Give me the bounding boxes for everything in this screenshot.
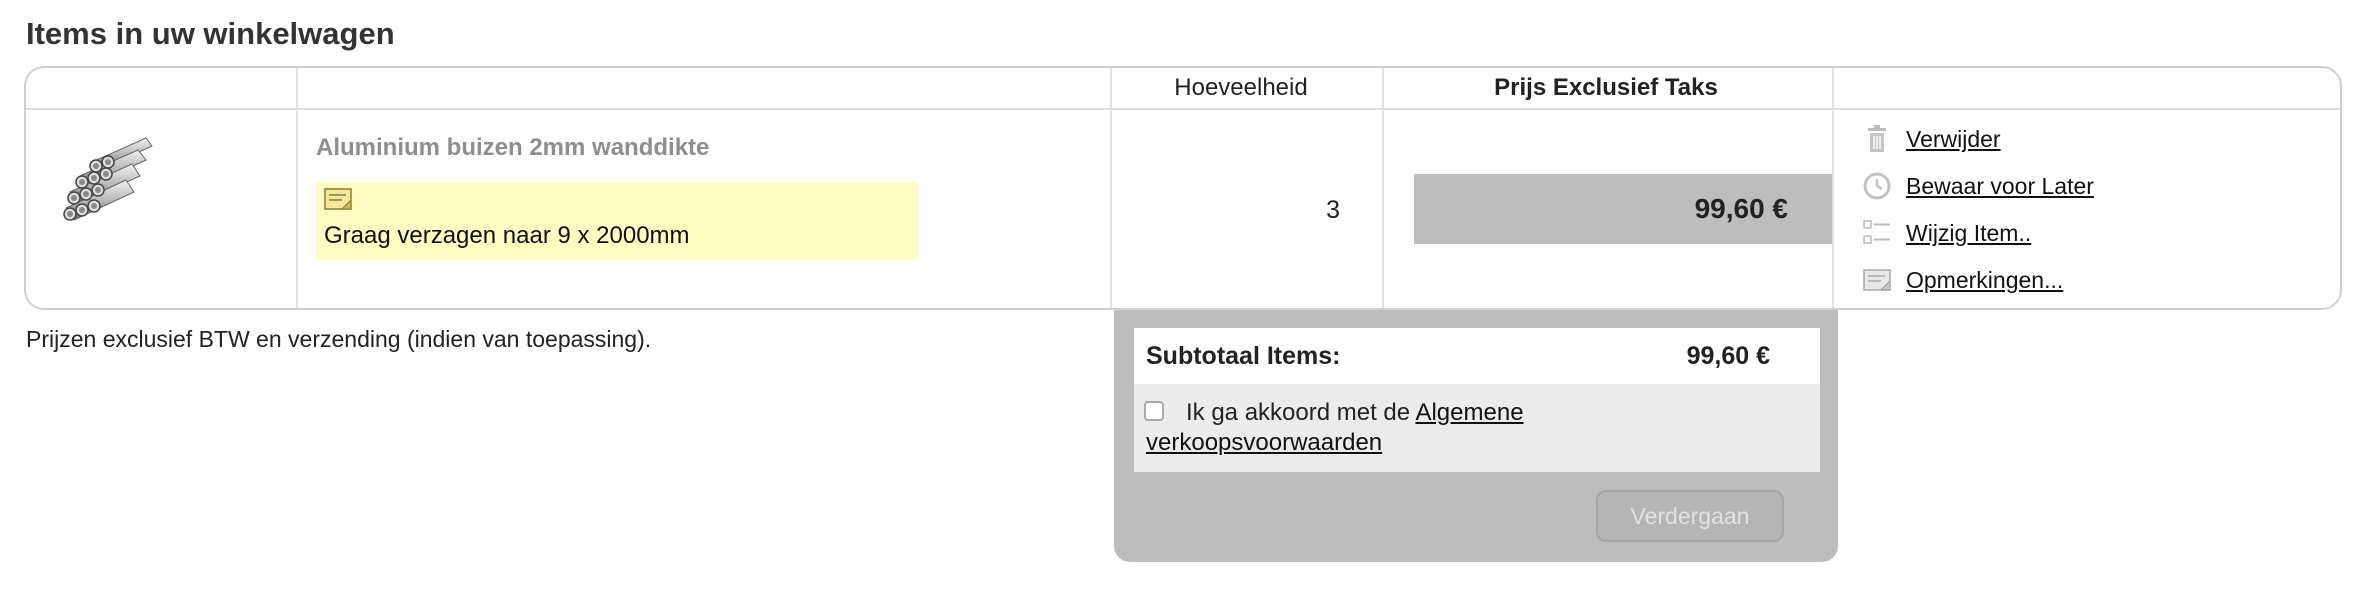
column-divider	[296, 68, 298, 308]
page-title: Items in uw winkelwagen	[26, 16, 395, 51]
terms-prefix: Ik ga akkoord met de	[1186, 399, 1411, 426]
trash-icon	[1868, 125, 1886, 152]
note-icon	[1863, 269, 1891, 291]
item-quantity: 3	[1326, 196, 1340, 224]
aluminium-tubes-icon[interactable]	[60, 132, 170, 228]
save-for-later-link[interactable]: Bewaar voor Later	[1906, 173, 2094, 200]
terms-agreement-row: Ik ga akkoord met de Algemene verkoopsvo…	[1134, 384, 1820, 472]
column-divider	[1110, 68, 1112, 308]
edit-item-link[interactable]: Wijzig Item..	[1906, 220, 2031, 247]
subtotal-value: 99,60 €	[1686, 342, 1770, 370]
order-summary-panel: Subtotaal Items: 99,60 € Ik ga akkoord m…	[1114, 310, 1838, 562]
column-divider	[1382, 68, 1384, 308]
product-name[interactable]: Aluminium buizen 2mm wanddikte	[316, 134, 709, 162]
price-disclaimer: Prijzen exclusief BTW en verzending (ind…	[26, 326, 652, 352]
item-note-text: Graag verzagen naar 9 x 2000mm	[324, 222, 690, 249]
column-header-price: Prijs Exclusief Taks	[1494, 74, 1718, 101]
comments-action[interactable]: Opmerkingen...	[1862, 265, 2063, 295]
comments-link[interactable]: Opmerkingen...	[1906, 267, 2063, 294]
save-for-later-action[interactable]: Bewaar voor Later	[1862, 171, 2094, 201]
subtotal-label: Subtotaal Items:	[1146, 342, 1341, 370]
column-header-quantity: Hoeveelheid	[1174, 74, 1308, 101]
edit-item-action[interactable]: Wijzig Item..	[1862, 218, 2031, 248]
column-divider	[1832, 68, 1834, 308]
cart-table: Hoeveelheid Prijs Exclusief Taks Alumini…	[24, 66, 2342, 310]
terms-agreement-text: Ik ga akkoord met de Algemene verkoopsvo…	[1146, 398, 1706, 458]
item-price: 99,60 €	[1414, 174, 1832, 244]
item-note: Graag verzagen naar 9 x 2000mm	[316, 182, 918, 260]
subtotal-row: Subtotaal Items: 99,60 €	[1134, 328, 1820, 384]
continue-button[interactable]: Verdergaan	[1596, 490, 1784, 542]
remove-item-link[interactable]: Verwijder	[1906, 126, 2001, 153]
clock-icon	[1863, 172, 1891, 200]
note-icon	[324, 188, 352, 210]
table-header: Hoeveelheid Prijs Exclusief Taks	[26, 68, 2340, 110]
remove-item-action[interactable]: Verwijder	[1862, 124, 2001, 154]
list-edit-icon	[1863, 220, 1890, 244]
